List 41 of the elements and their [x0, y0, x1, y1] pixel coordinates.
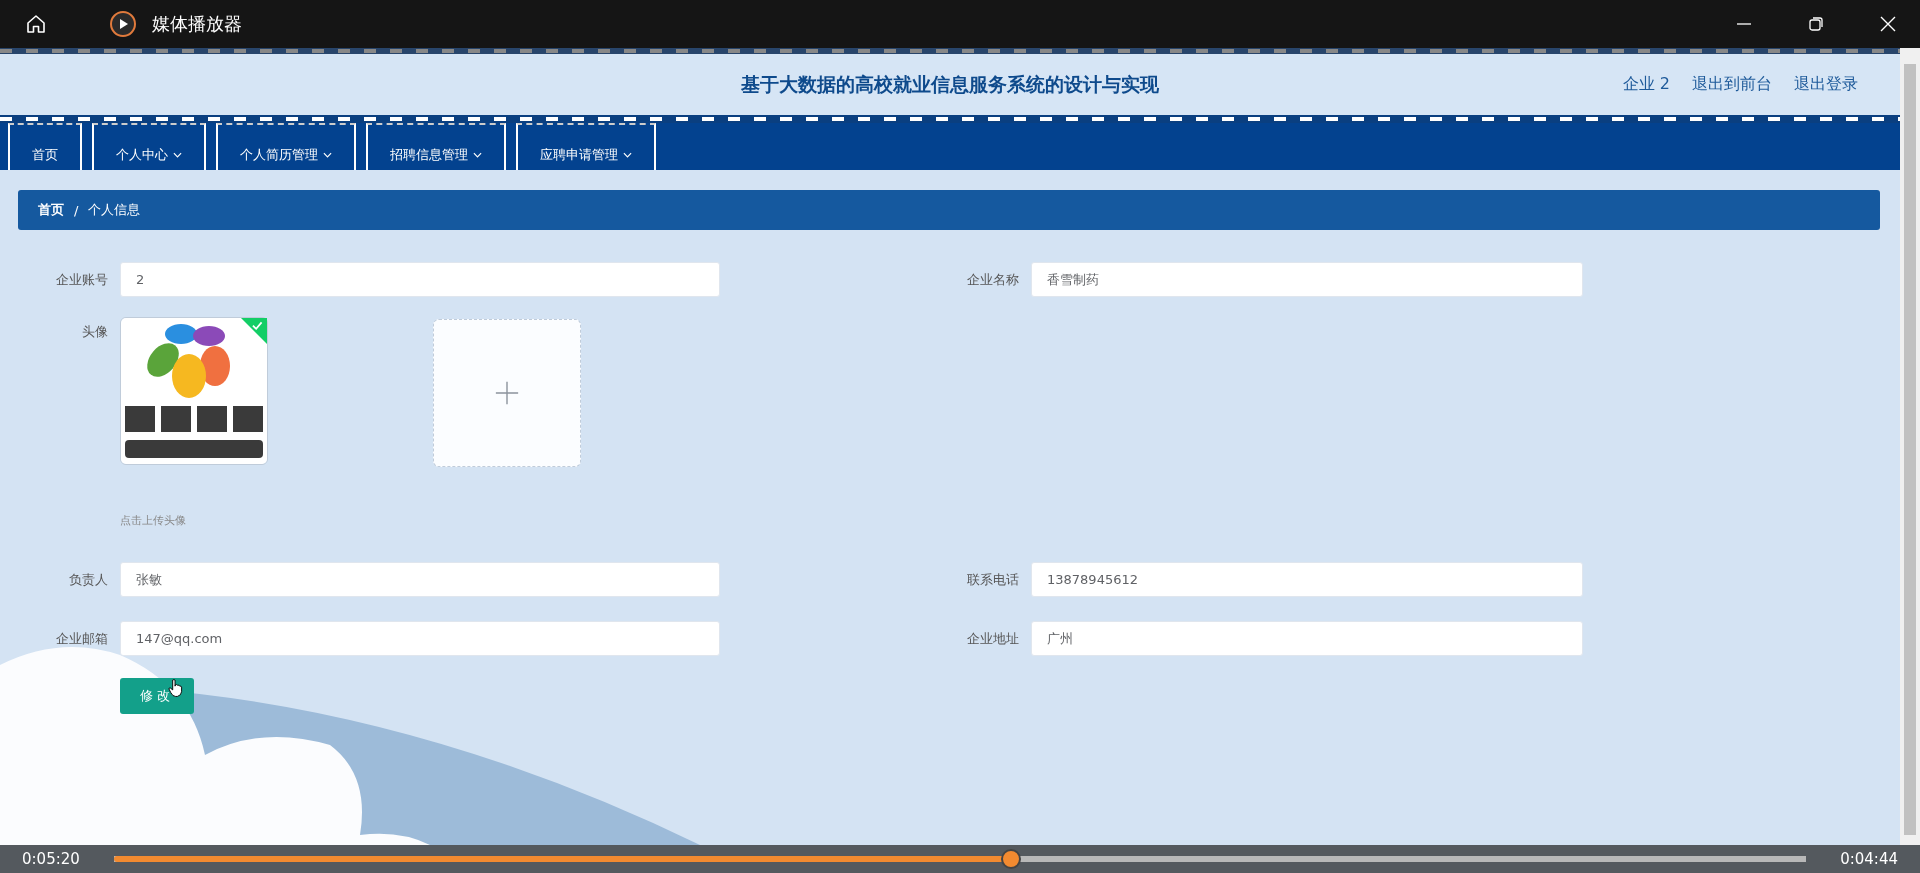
upload-hint: 点击上传头像 [120, 513, 187, 528]
field-label: 负责人 [68, 571, 109, 589]
chevron-down-icon [473, 151, 482, 158]
nav-tab[interactable]: 招聘信息管理 [366, 123, 506, 170]
input-field[interactable]: 13878945612 [1031, 562, 1583, 597]
hand-cursor-icon [168, 678, 183, 698]
field-label: 企业邮箱 [55, 630, 109, 648]
breadcrumb-separator: / [74, 202, 79, 218]
system-title: 基于大数据的高校就业信息服务系统的设计与实现 [741, 71, 1159, 97]
breadcrumb-item[interactable]: 首页 [38, 201, 64, 219]
input-field[interactable]: 香雪制药 [1031, 262, 1583, 297]
chevron-down-icon [323, 151, 332, 158]
field-label: 联系电话 [966, 571, 1020, 589]
elapsed-time: 0:05:20 [22, 850, 80, 868]
field-label: 企业账号 [55, 271, 109, 289]
nav-tab[interactable]: 应聘申请管理 [516, 123, 656, 170]
field-label: 企业地址 [966, 630, 1020, 648]
remaining-time: 0:04:44 [1840, 850, 1898, 868]
chevron-down-icon [173, 151, 182, 158]
close-icon[interactable] [1880, 16, 1896, 32]
nav-tab[interactable]: 首页 [8, 123, 82, 170]
plus-icon [494, 380, 520, 406]
field-label: 企业名称 [966, 271, 1020, 289]
input-field[interactable]: 张敏 [120, 562, 720, 597]
header-link[interactable]: 退出到前台 [1692, 74, 1772, 95]
chevron-down-icon [623, 151, 632, 158]
input-field[interactable]: 147@qq.com [120, 621, 720, 656]
scrollbar[interactable] [1900, 48, 1920, 845]
nav-tab[interactable]: 个人简历管理 [216, 123, 356, 170]
home-icon[interactable] [24, 12, 48, 36]
input-field[interactable]: 2 [120, 262, 720, 297]
restore-icon[interactable] [1808, 16, 1824, 32]
field-label: 头像 [81, 323, 109, 341]
play-icon [110, 11, 136, 37]
window-title: 媒体播放器 [152, 12, 242, 36]
input-field[interactable]: 广州 [1031, 621, 1583, 656]
breadcrumb-item[interactable]: 个人信息 [88, 201, 141, 219]
user-name: 企业 2 [1622, 74, 1670, 95]
seek-handle[interactable] [1000, 849, 1021, 869]
header-link[interactable]: 退出登录 [1794, 74, 1858, 95]
nav-tab[interactable]: 个人中心 [92, 123, 206, 170]
